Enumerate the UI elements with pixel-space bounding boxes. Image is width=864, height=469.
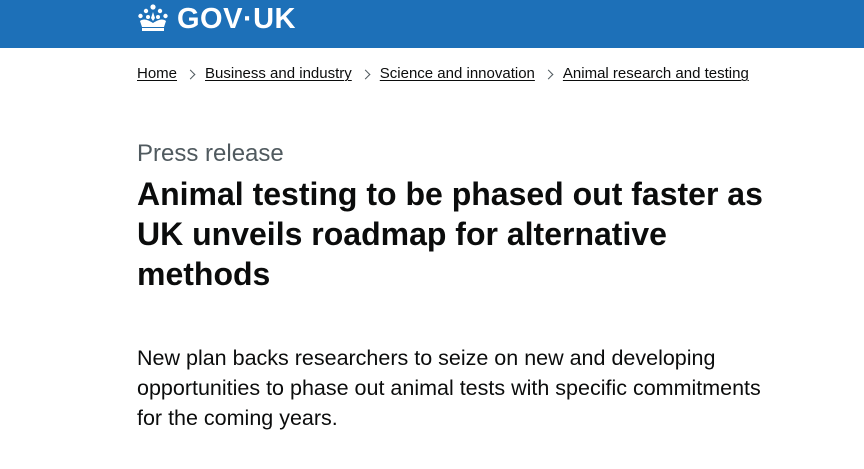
site-header: GOV·UK xyxy=(0,0,864,48)
lead-paragraph: New plan backs researchers to seize on n… xyxy=(137,346,761,430)
breadcrumb-animal-research-and-testing[interactable]: Animal research and testing xyxy=(563,64,749,84)
chevron-right-icon xyxy=(360,69,371,79)
content-type-caption: Press release xyxy=(137,140,284,167)
govuk-logo-link[interactable]: GOV·UK xyxy=(137,0,296,38)
chevron-right-icon xyxy=(543,69,554,79)
breadcrumb: Home Business and industry Science and i… xyxy=(137,64,749,84)
chevron-right-icon xyxy=(185,69,196,79)
crown-icon xyxy=(138,4,168,31)
breadcrumb-business-and-industry[interactable]: Business and industry xyxy=(205,64,352,84)
page-title: Animal testing to be phased out faster a… xyxy=(137,176,763,292)
breadcrumb-science-and-innovation[interactable]: Science and innovation xyxy=(380,64,535,84)
breadcrumb-home[interactable]: Home xyxy=(137,64,177,84)
logo-text: GOV·UK xyxy=(177,2,296,35)
